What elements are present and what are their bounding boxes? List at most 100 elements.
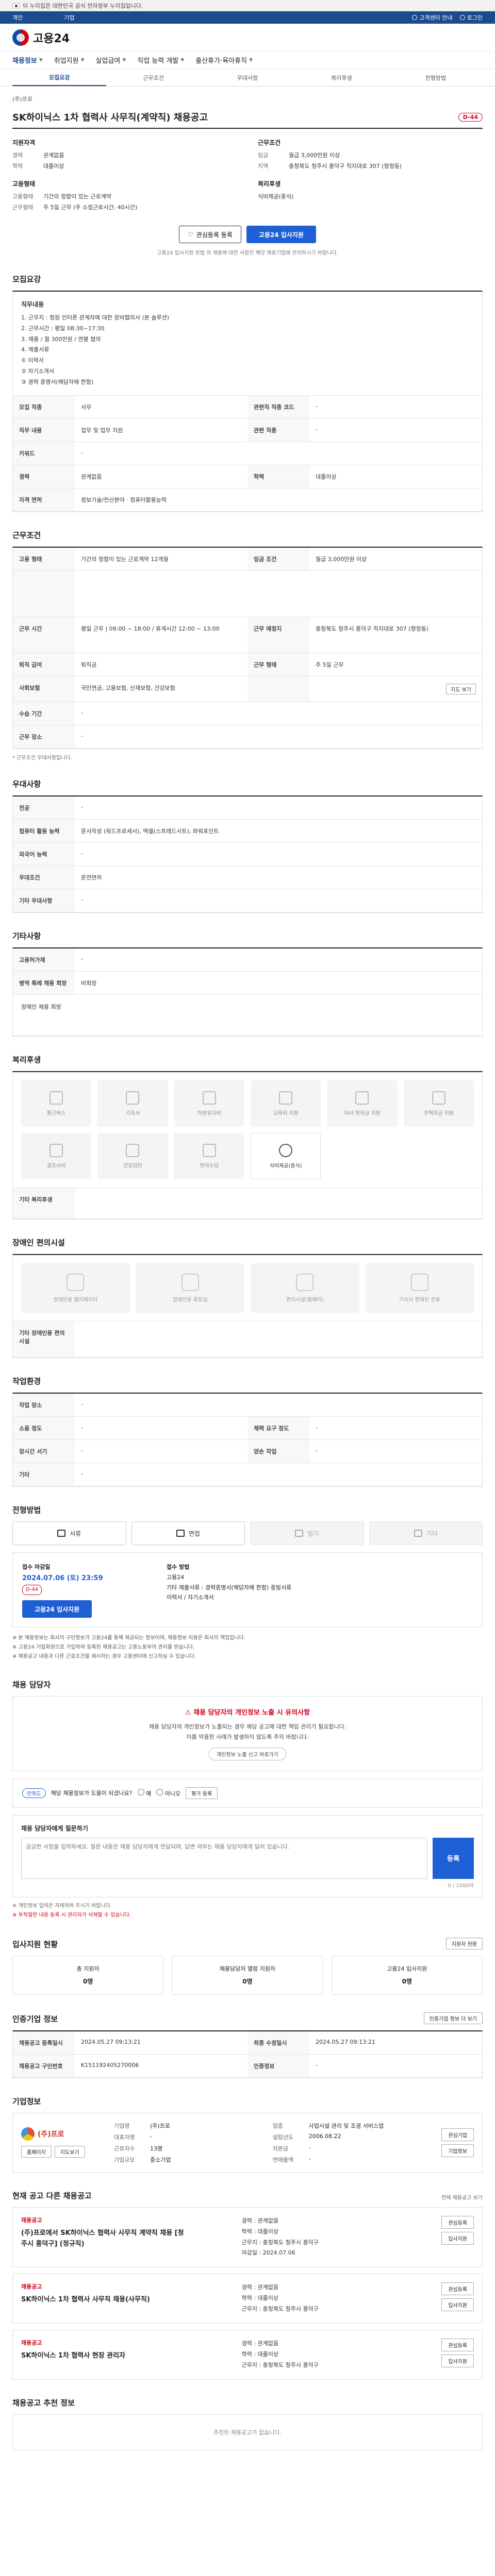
list-item[interactable]: 채용공고 SK하이닉스 1차 협력사 현장 관리자 경력 : 관계없음 학력 : 대… xyxy=(12,2330,483,2380)
company-name[interactable]: (주)프로 xyxy=(12,95,483,103)
nav-item-training[interactable]: 직업 능력 개발 ▼ xyxy=(137,55,184,65)
house-icon xyxy=(432,1091,446,1105)
tab-prefer[interactable]: 우대사항 xyxy=(201,69,294,86)
action-row: ♡ 관심등록 등록 고용24 입사지원 xyxy=(12,226,483,243)
welfare-item: 차량유지비 xyxy=(174,1080,244,1127)
nav-item-jobs[interactable]: 채용정보 ▼ xyxy=(12,55,43,65)
notice-line: ※ 본 채용정보는 회사의 구인정보가 고용24를 통해 제공되는 정보이며, … xyxy=(12,1635,246,1641)
table-key: 컴퓨터 활용 능력 xyxy=(13,820,75,843)
summary-heading: 지원자격 xyxy=(12,139,36,146)
bed-icon xyxy=(410,1273,428,1291)
progress-item: 총 지원자 0명 xyxy=(12,1955,164,1995)
table-key: 고용 형태 xyxy=(13,548,75,571)
item-title[interactable]: SK하이닉스 1차 협력사 현장 관리자 xyxy=(21,2351,186,2362)
item-apply-button[interactable]: 입사지원 xyxy=(441,2298,474,2312)
section-tabs: 모집요강 근무조건 우대사항 복리후생 전형방법 xyxy=(0,69,495,87)
site-logo[interactable]: 고용24 xyxy=(12,29,70,46)
table-key: 소음 정도 xyxy=(13,1417,75,1440)
privacy-warning-title: ⚠ 채용 담당자의 개인정보 노출 시 유의사항 xyxy=(185,1709,310,1717)
table-key: 사회보험 xyxy=(13,676,75,703)
work-note: * 근무조건 우대사항입니다. xyxy=(12,755,72,761)
table-value: - xyxy=(75,1417,248,1440)
heart-icon: ♡ xyxy=(188,231,193,238)
progress-more-button[interactable]: 지원자 현황 xyxy=(446,1937,483,1950)
tab-work[interactable]: 근무조건 xyxy=(106,69,200,86)
item-title[interactable]: (주)프로에서 SK하이닉스 협력사 사무직 계약직 채용 [청주시 흥덕구] … xyxy=(21,2228,186,2250)
table-value: K151192405270006 xyxy=(75,2055,248,2078)
survey-submit-button[interactable]: 평가 등록 xyxy=(186,1787,218,1799)
deadline-value: 2024.07.06 (토) 23:59 xyxy=(22,1574,103,1582)
disability-item: 장애인용 화장실 xyxy=(136,1263,244,1313)
table-key: 기타 복리후생 xyxy=(13,1188,75,1219)
item-details: 경력 : 관계없음 학력 : 대졸이상 근무지 : 충청북도 청주시 흥덕구 마감일 … xyxy=(241,2217,319,2257)
topstrip-help[interactable]: 고객센터 안내 xyxy=(412,13,453,22)
inquiry-count: 0 / 1000자 xyxy=(448,1883,474,1889)
method-label: 접수 방법 xyxy=(167,1564,190,1571)
homepage-button[interactable]: 홈페이지 xyxy=(21,2146,52,2158)
survey-radio-yes[interactable] xyxy=(137,1788,144,1795)
headset-icon xyxy=(412,15,418,20)
table-key: 근무 형태 xyxy=(248,653,309,677)
survey-option-yes[interactable]: 예 xyxy=(137,1788,151,1798)
bookmark-button[interactable]: ♡ 관심등록 등록 xyxy=(179,226,241,243)
cert-more-button[interactable]: 인증기업 정보 더 보기 xyxy=(423,2012,483,2024)
map-button[interactable]: 지도 보기 xyxy=(446,684,476,695)
corp-logo-col: (주)프로 홈페이지 지도보기 xyxy=(21,2127,104,2158)
welfare-item: 기숙사 xyxy=(97,1080,168,1127)
topstrip-individual[interactable]: 개인 xyxy=(12,13,23,22)
welfare-item: 건강검진 xyxy=(97,1133,168,1180)
item-buttons: 관심등록입사지원 xyxy=(441,2215,474,2259)
others-header: 현재 공고 다른 채용공고 전체 채용공고 보기 xyxy=(12,2190,483,2201)
item-bookmark-button[interactable]: 관심등록 xyxy=(441,2338,474,2352)
wheelchair-icon xyxy=(296,1273,314,1291)
section-title-welfare: 복리후생 xyxy=(12,1055,41,1065)
method-other: 기타 xyxy=(369,1521,483,1546)
survey-box: 만족도 해당 채용정보가 도움이 되셨나요? 예 아니오 평가 등록 xyxy=(12,1778,483,1808)
tab-welfare[interactable]: 복리후생 xyxy=(294,69,388,86)
nav-item-benefits[interactable]: 실업급여 ▼ xyxy=(96,55,126,65)
item-apply-button[interactable]: 입사지원 xyxy=(441,2231,474,2245)
recruit-table: 직무내용 1. 근무지 : 청원 인터폰 관계자에 대한 장비협의사 (본 솔루… xyxy=(12,291,483,513)
tab-recruit[interactable]: 모집요강 xyxy=(12,69,107,86)
corp-bookmark-button[interactable]: 관심기업 xyxy=(441,2128,474,2141)
item-bookmark-button[interactable]: 관심등록 xyxy=(441,2282,474,2296)
item-title[interactable]: SK하이닉스 1차 협력사 사무직 채용(사무직) xyxy=(21,2295,186,2306)
nav-item-leave[interactable]: 출산휴가·육아휴직 ▼ xyxy=(195,55,253,65)
item-bookmark-button[interactable]: 관심등록 xyxy=(441,2215,474,2229)
apply-button[interactable]: 고용24 입사지원 xyxy=(246,226,316,243)
item-tag: 채용공고 xyxy=(21,2340,42,2347)
corp-map-button[interactable]: 지도보기 xyxy=(54,2146,85,2158)
table-value: - xyxy=(75,1440,248,1464)
method-row: 서류 면접 필기 기타 xyxy=(12,1521,483,1546)
tab-method[interactable]: 전형방법 xyxy=(389,69,483,86)
table-value: 평일 근무 | 09:00 ~ 18:00 / 휴게시간 12:00 ~ 13:… xyxy=(75,617,248,654)
list-item[interactable]: 채용공고 (주)프로에서 SK하이닉스 협력사 사무직 계약직 채용 [청주시 흥… xyxy=(12,2207,483,2268)
topstrip-login[interactable]: 로그인 xyxy=(459,13,483,22)
prefer-grid: 전공 - 컴퓨터 활용 능력 문서작성 (워드프로세서), 엑셀(스프레드시트), … xyxy=(13,796,482,913)
table-value: - xyxy=(75,889,482,913)
topstrip-company[interactable]: 기업 xyxy=(64,13,74,22)
others-more[interactable]: 전체 채용공고 보기 xyxy=(441,2193,483,2201)
disability-extra: 기타 장애인용 편의시설 xyxy=(13,1321,482,1358)
survey-option-no[interactable]: 아니오 xyxy=(156,1788,180,1798)
summary-row: 학력 대졸이상 xyxy=(12,163,64,170)
inquiry-submit-button[interactable]: 등록 xyxy=(433,1837,474,1879)
inquiry-textarea[interactable] xyxy=(21,1837,427,1879)
deadline-dday: D-44 xyxy=(22,1585,42,1596)
item-apply-button[interactable]: 입사지원 xyxy=(441,2354,474,2368)
report-link[interactable]: 개인정보 노출 신고 바로가기 xyxy=(209,1747,286,1760)
list-item[interactable]: 채용공고 SK하이닉스 1차 협력사 사무직 채용(사무직) 경력 : 관계없음 학… xyxy=(12,2274,483,2324)
welfare-item: 통근버스 xyxy=(21,1080,92,1127)
corp-info-button[interactable]: 기업정보 xyxy=(441,2144,474,2157)
table-key: 기타 xyxy=(13,1463,75,1487)
other-table: 고용허가제 - 병역 특례 채용 희망 비희망 장애인 채용 희망 xyxy=(12,947,483,1037)
pencil-icon xyxy=(295,1530,304,1537)
nav-item-support[interactable]: 취업지원 ▼ xyxy=(54,55,85,65)
apply-box: 접수 마감일 2024.07.06 (토) 23:59 D-44 고용24 입사… xyxy=(12,1552,483,1628)
apply-button-bottom[interactable]: 고용24 입사지원 xyxy=(22,1600,92,1618)
table-key: 외국어 능력 xyxy=(13,843,75,867)
summary-qualification: 지원자격 경력 관계없음 학력 대졸이상 xyxy=(12,138,237,170)
job-summary: 지원자격 경력 관계없음 학력 대졸이상 고용형태 고용형태 기간의 정함이 있는 근… xyxy=(12,129,483,221)
survey-radio-no[interactable] xyxy=(156,1788,163,1795)
job-description-line: 1. 근무지 : 청원 인터폰 관계자에 대한 장비협의사 (본 솔루션) xyxy=(21,314,170,321)
